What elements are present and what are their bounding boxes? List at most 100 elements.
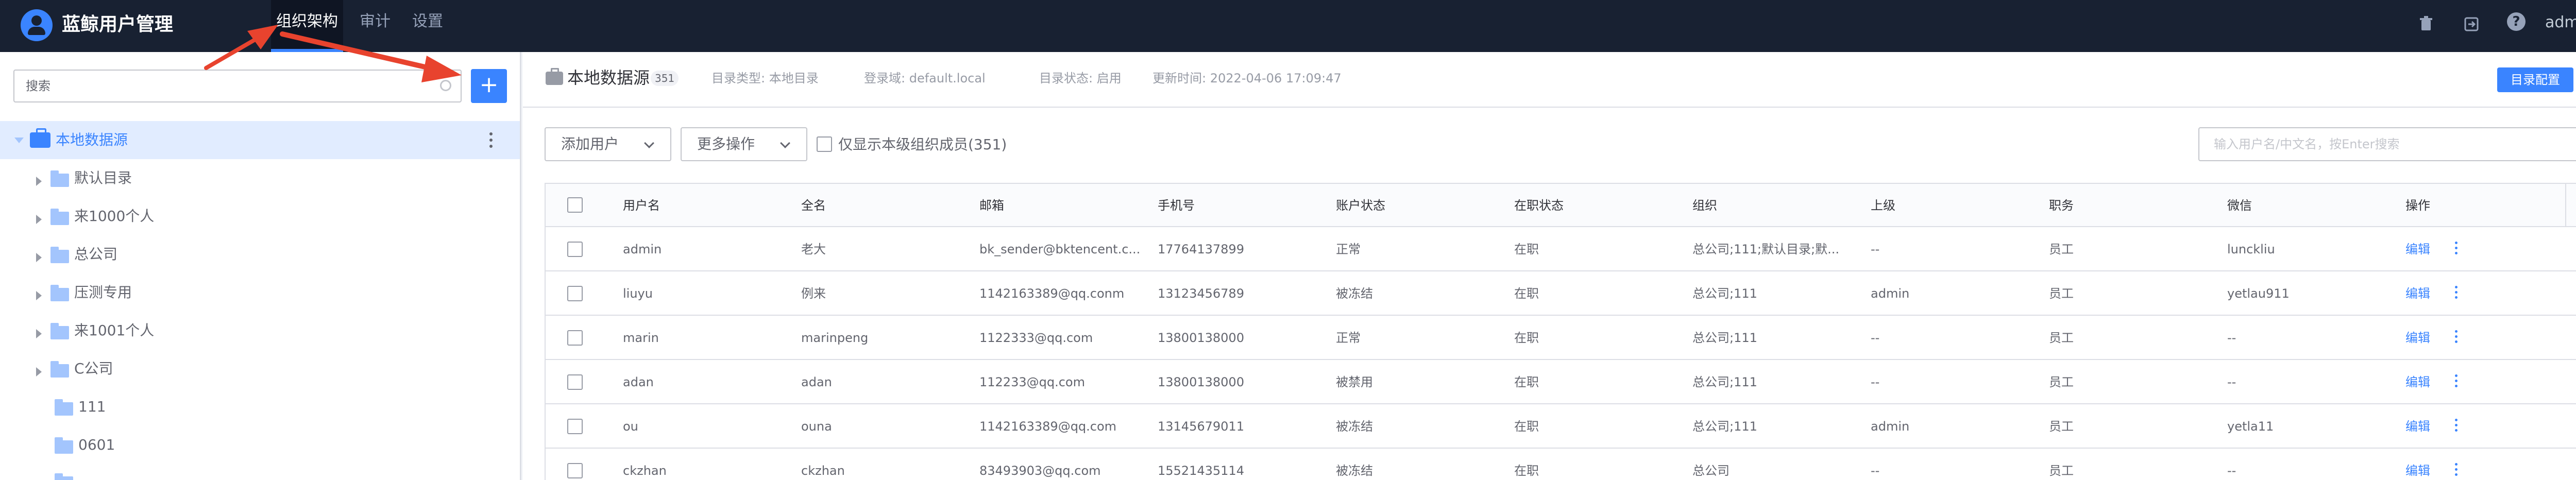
caret-right-icon[interactable] xyxy=(36,367,42,376)
nav-org-structure[interactable]: 组织架构 xyxy=(271,0,343,52)
nav-settings[interactable]: 设置 xyxy=(412,0,443,52)
tree-item-root[interactable]: 本地数据源 xyxy=(0,121,520,159)
cell-organization: 总公司;111 xyxy=(1692,375,1757,389)
cell-fullname: 老大 xyxy=(801,242,826,256)
cell-employment-status: 在职 xyxy=(1514,419,1539,434)
user-table: 用户名 全名 邮箱 手机号 账户状态 在职状态 组织 上级 职务 微信 操作 a… xyxy=(545,183,2576,480)
column-header[interactable]: 组织 xyxy=(1692,184,1717,227)
edit-link[interactable]: 编辑 xyxy=(2405,316,2430,360)
column-header[interactable]: 在职状态 xyxy=(1514,184,1564,227)
more-vertical-icon[interactable] xyxy=(2455,286,2458,301)
edit-link[interactable]: 编辑 xyxy=(2405,360,2430,404)
export-icon[interactable] xyxy=(2461,13,2482,35)
column-settings[interactable] xyxy=(2565,184,2576,227)
table-row[interactable]: adan adan 112233@qq.com 13800138000 被禁用 … xyxy=(546,360,2576,404)
only-direct-members-checkbox[interactable] xyxy=(817,136,832,152)
cell-employment-status: 在职 xyxy=(1514,286,1539,301)
more-vertical-icon[interactable] xyxy=(2455,419,2458,434)
more-vertical-icon[interactable] xyxy=(2455,330,2458,346)
add-directory-button[interactable]: + xyxy=(471,69,507,103)
add-user-dropdown[interactable]: 添加用户 xyxy=(545,127,671,161)
row-checkbox[interactable] xyxy=(567,286,583,301)
logo-icon xyxy=(21,9,53,41)
tree-search-input[interactable] xyxy=(14,71,427,101)
folder-icon xyxy=(50,209,69,225)
caret-right-icon[interactable] xyxy=(36,329,42,338)
directory-header: 本地数据源 351 目录类型: 本地目录 登录域: default.local … xyxy=(523,52,2576,108)
cell-leader: -- xyxy=(1871,464,1880,478)
cell-phone: 15521435114 xyxy=(1158,464,1244,478)
cell-leader: admin xyxy=(1871,286,1910,301)
cell-account-status: 被冻结 xyxy=(1336,464,1373,478)
more-operations-dropdown[interactable]: 更多操作 xyxy=(681,127,807,161)
user-menu[interactable]: admin xyxy=(2545,11,2576,34)
table-row[interactable]: ou ouna 1142163389@qq.com 13145679011 被冻… xyxy=(546,404,2576,449)
directory-type: 目录类型: 本地目录 xyxy=(711,71,819,85)
caret-right-icon[interactable] xyxy=(36,177,42,186)
column-header[interactable]: 账户状态 xyxy=(1336,184,1385,227)
cell-wechat: lunckliu xyxy=(2227,242,2275,256)
help-icon[interactable]: ? xyxy=(2507,12,2526,31)
more-vertical-icon[interactable] xyxy=(2455,242,2458,257)
edit-link[interactable]: 编辑 xyxy=(2405,271,2430,316)
trash-icon[interactable] xyxy=(2415,13,2437,35)
row-checkbox[interactable] xyxy=(567,374,583,390)
column-header[interactable]: 全名 xyxy=(801,184,826,227)
tree-item-label: 本地数据源 xyxy=(56,131,128,148)
caret-down-icon[interactable] xyxy=(14,138,24,143)
cell-employment-status: 在职 xyxy=(1514,331,1539,345)
cell-position: 员工 xyxy=(2049,464,2074,478)
cell-wechat: -- xyxy=(2227,331,2236,345)
only-direct-members-label: 仅显示本级组织成员(351) xyxy=(838,136,1007,153)
cell-position: 员工 xyxy=(2049,331,2074,345)
column-header[interactable]: 职务 xyxy=(2049,184,2074,227)
more-vertical-icon[interactable] xyxy=(2455,463,2458,478)
cell-wechat: -- xyxy=(2227,375,2236,389)
row-checkbox[interactable] xyxy=(567,330,583,346)
user-search-box[interactable] xyxy=(2198,127,2576,161)
user-search-input[interactable] xyxy=(2199,128,2576,160)
login-domain: 登录域: default.local xyxy=(864,71,986,85)
edit-link[interactable]: 编辑 xyxy=(2405,404,2430,449)
directory-config-button[interactable]: 目录配置 xyxy=(2497,67,2573,92)
table-row[interactable]: marin marinpeng 1122333@qq.com 138001380… xyxy=(546,316,2576,360)
nav-audit[interactable]: 审计 xyxy=(360,0,391,52)
edit-link[interactable]: 编辑 xyxy=(2405,227,2430,271)
caret-right-icon[interactable] xyxy=(36,253,42,262)
row-checkbox[interactable] xyxy=(567,463,583,478)
more-operations-label: 更多操作 xyxy=(697,135,755,152)
cell-username: adan xyxy=(623,375,654,389)
cell-phone: 13800138000 xyxy=(1158,331,1244,345)
column-header[interactable]: 邮箱 xyxy=(979,184,1004,227)
column-header[interactable]: 用户名 xyxy=(623,184,660,227)
edit-link[interactable]: 编辑 xyxy=(2405,449,2430,480)
cell-leader: -- xyxy=(1871,331,1880,345)
cell-account-status: 正常 xyxy=(1336,242,1361,256)
tree-item-label: 111 xyxy=(78,398,106,415)
tree-item-label: 压测专用 xyxy=(74,284,132,301)
table-row[interactable]: liuyu 例来 1142163389@qq.conm 13123456789 … xyxy=(546,271,2576,316)
cell-organization: 总公司;111;默认目录;默... xyxy=(1692,242,1839,256)
folder-icon xyxy=(55,437,73,454)
column-header[interactable]: 上级 xyxy=(1871,184,1895,227)
row-checkbox[interactable] xyxy=(567,242,583,257)
tree-search-box[interactable] xyxy=(13,70,462,102)
caret-right-icon[interactable] xyxy=(36,215,42,224)
select-all-checkbox[interactable] xyxy=(567,197,583,213)
updated-time: 更新时间: 2022-04-06 17:09:47 xyxy=(1153,71,1342,85)
caret-right-icon[interactable] xyxy=(36,291,42,300)
table-row[interactable]: admin 老大 bk_sender@bktencent.c... 177641… xyxy=(546,227,2576,271)
cell-employment-status: 在职 xyxy=(1514,375,1539,389)
row-checkbox[interactable] xyxy=(567,419,583,434)
column-header[interactable]: 手机号 xyxy=(1158,184,1195,227)
cell-employment-status: 在职 xyxy=(1514,242,1539,256)
column-header[interactable]: 微信 xyxy=(2227,184,2252,227)
org-tree-panel: + 本地数据源 默认目录 来1000个人 总公司 压测专用 来1001个人 C公… xyxy=(0,52,521,480)
directory-status: 目录状态: 启用 xyxy=(1039,71,1122,85)
more-vertical-icon[interactable] xyxy=(2455,374,2458,390)
more-vertical-icon[interactable] xyxy=(489,132,493,148)
cell-fullname: ckzhan xyxy=(801,464,845,478)
table-row[interactable]: ckzhan ckzhan 83493903@qq.com 1552143511… xyxy=(546,449,2576,480)
cell-leader: admin xyxy=(1871,419,1910,434)
folder-icon xyxy=(55,473,73,480)
